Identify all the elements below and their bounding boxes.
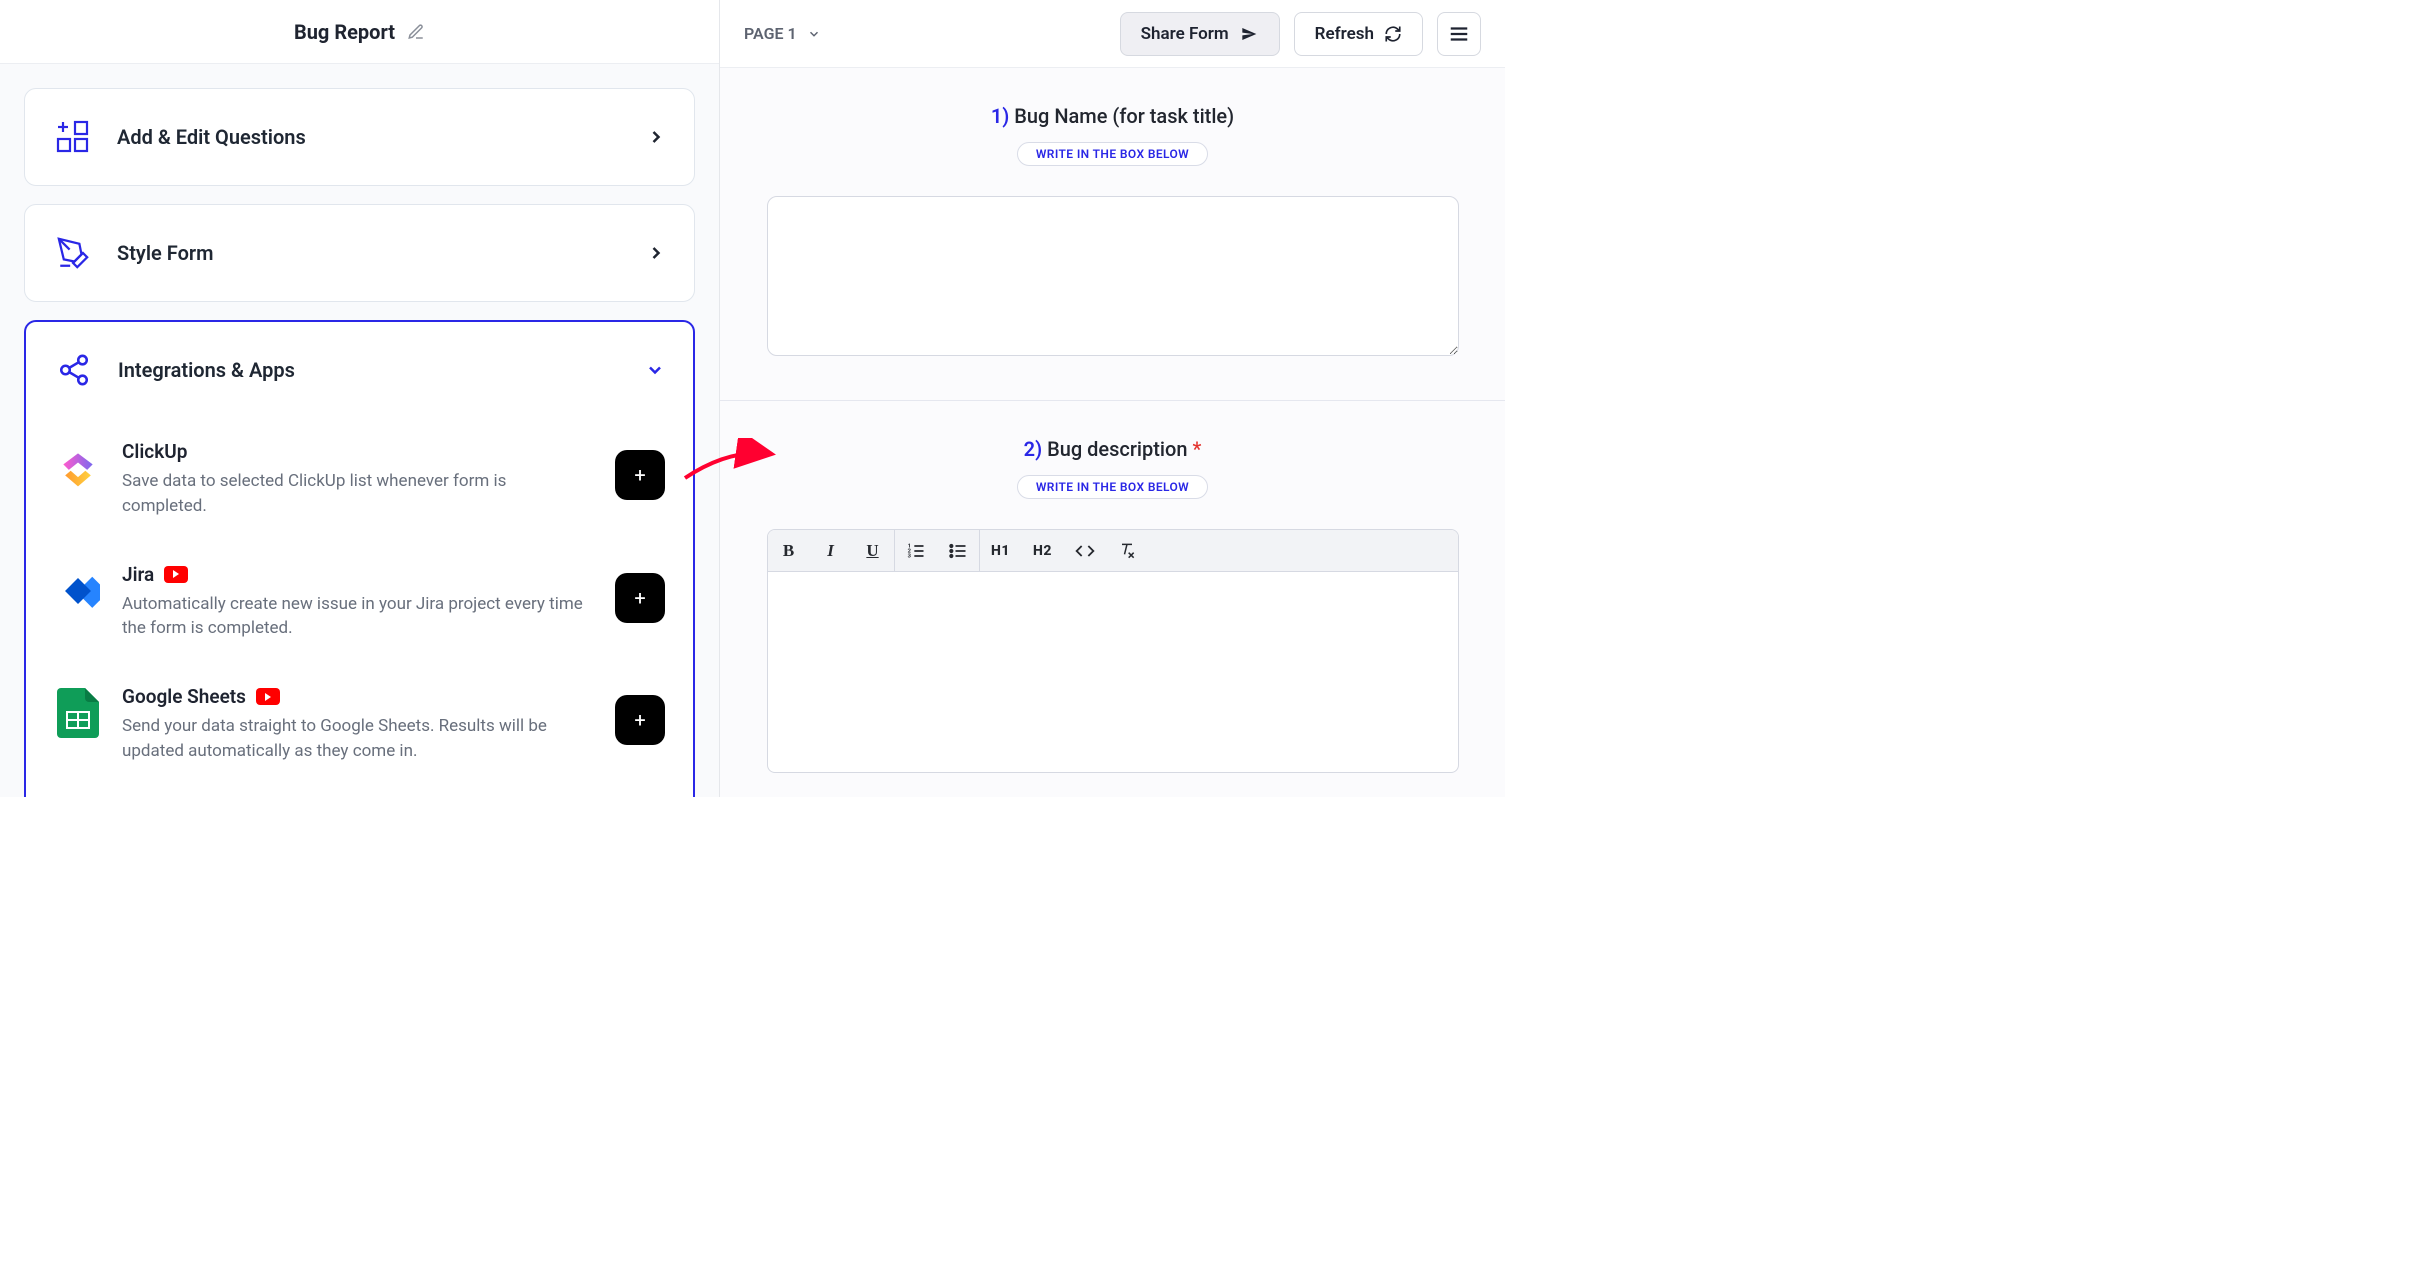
rte-italic-button[interactable]: I: [810, 530, 852, 572]
bug-name-input[interactable]: [767, 196, 1459, 356]
nav-style-form[interactable]: Style Form: [24, 204, 695, 302]
question-number: 2): [1024, 437, 1042, 461]
svg-text:3: 3: [907, 553, 911, 559]
rte-code-button[interactable]: [1064, 530, 1106, 572]
refresh-label: Refresh: [1315, 24, 1374, 44]
integration-desc: Send your data straight to Google Sheets…: [122, 714, 595, 763]
rich-text-editor: B I U 123: [767, 529, 1459, 773]
refresh-button[interactable]: Refresh: [1294, 12, 1423, 56]
refresh-icon: [1384, 25, 1402, 43]
integration-jira: Jira Automatically create new issue in y…: [54, 541, 665, 663]
nav-integrations-label: Integrations & Apps: [118, 358, 621, 382]
question-1: 1) Bug Name (for task title) WRITE IN TH…: [720, 68, 1505, 401]
page-dropdown[interactable]: PAGE 1: [744, 24, 821, 43]
video-badge-icon[interactable]: [256, 688, 280, 705]
add-integration-button[interactable]: +: [615, 695, 665, 745]
integrations-icon: [54, 350, 94, 390]
rte-underline-button[interactable]: U: [852, 530, 894, 572]
integration-name: Jira: [122, 563, 154, 586]
chevron-down-icon: [807, 27, 821, 41]
question-number: 1): [991, 104, 1009, 128]
integration-google-sheets: Google Sheets Send your data straight to…: [54, 663, 665, 785]
integration-desc: Automatically create new issue in your J…: [122, 592, 595, 641]
form-title: Bug Report: [294, 20, 395, 44]
nav-integrations-apps[interactable]: Integrations & Apps: [24, 320, 695, 797]
rte-h1-button[interactable]: H1: [980, 530, 1022, 572]
question-2: 2) Bug description * WRITE IN THE BOX BE…: [720, 401, 1505, 797]
chevron-right-icon: [646, 243, 666, 263]
share-form-button[interactable]: Share Form: [1120, 12, 1280, 56]
rte-ordered-list-button[interactable]: 123: [895, 530, 937, 572]
add-integration-button[interactable]: +: [615, 573, 665, 623]
chevron-down-icon: [645, 360, 665, 380]
bug-description-input[interactable]: [768, 572, 1458, 772]
nav-add-edit-questions[interactable]: Add & Edit Questions: [24, 88, 695, 186]
question-hint: WRITE IN THE BOX BELOW: [1017, 475, 1208, 499]
rte-bold-button[interactable]: B: [768, 530, 810, 572]
left-header: Bug Report: [0, 0, 719, 64]
style-form-icon: [53, 233, 93, 273]
clickup-icon: [54, 444, 102, 492]
question-hint: WRITE IN THE BOX BELOW: [1017, 142, 1208, 166]
google-sheets-icon: [54, 689, 102, 737]
rte-clear-format-button[interactable]: [1106, 530, 1148, 572]
rte-unordered-list-button[interactable]: [937, 530, 979, 572]
add-questions-icon: [53, 117, 93, 157]
video-badge-icon[interactable]: [164, 566, 188, 583]
hamburger-icon: [1448, 23, 1470, 45]
integration-clickup: ClickUp Save data to selected ClickUp li…: [54, 418, 665, 540]
integration-desc: Save data to selected ClickUp list whene…: [122, 469, 595, 518]
add-integration-button[interactable]: +: [615, 450, 665, 500]
integration-name: ClickUp: [122, 440, 187, 463]
question-title: Bug description: [1047, 437, 1187, 461]
integration-name: Google Sheets: [122, 685, 246, 708]
share-form-label: Share Form: [1141, 24, 1229, 44]
page-label: PAGE 1: [744, 24, 797, 43]
required-marker: *: [1192, 437, 1201, 461]
nav-style-form-label: Style Form: [117, 241, 622, 265]
edit-title-icon[interactable]: [407, 23, 425, 41]
menu-button[interactable]: [1437, 12, 1481, 56]
rte-toolbar: B I U 123: [768, 530, 1458, 572]
rte-h2-button[interactable]: H2: [1022, 530, 1064, 572]
nav-add-edit-label: Add & Edit Questions: [117, 125, 622, 149]
chevron-right-icon: [646, 127, 666, 147]
question-title: Bug Name (for task title): [1014, 104, 1234, 128]
jira-icon: [54, 567, 102, 615]
send-icon: [1239, 26, 1259, 42]
